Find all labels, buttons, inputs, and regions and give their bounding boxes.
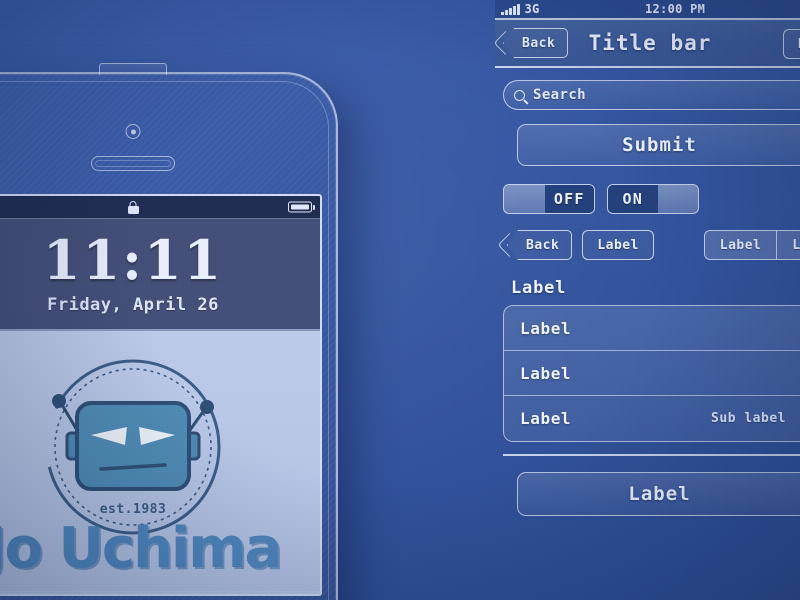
toggle-off[interactable]: OFF [503, 184, 595, 214]
back-button-wrapper-secondary[interactable]: Back [499, 230, 573, 260]
bottom-button-row: Label [495, 456, 800, 516]
lock-icon [127, 200, 139, 214]
row-label: Label [520, 318, 572, 338]
camera-icon [125, 124, 141, 139]
segment-0[interactable]: Label [704, 231, 778, 259]
group-header-label: Label [511, 278, 567, 298]
segmented-control[interactable]: Label Label Label [703, 230, 800, 260]
bottom-label-button[interactable]: Label [517, 472, 800, 516]
search-icon [514, 89, 525, 101]
search-placeholder: Search [533, 87, 586, 103]
carrier-label: 3G [524, 2, 540, 16]
toggle-row: OFF ON [495, 166, 800, 214]
brand-wordmark: Jo Uchima [0, 516, 282, 581]
battery-icon [288, 201, 312, 213]
label-button[interactable]: Label [582, 230, 654, 260]
navigation-title-bar: Back Title bar Button [495, 20, 800, 68]
table-row[interactable]: Label [504, 306, 800, 351]
submit-button[interactable]: Submit [517, 124, 800, 166]
earpiece-speaker-icon [91, 156, 175, 171]
lockscreen-time: 11:11 [42, 228, 224, 292]
toggle-on-label: ON [608, 185, 658, 213]
toggle-knob [657, 185, 698, 213]
row-label: Label [520, 363, 572, 383]
phone-top-nub [99, 63, 167, 75]
grouped-table: Label Label Label Sub label [503, 305, 800, 442]
table-row[interactable]: Label [504, 351, 800, 396]
back-button-wrapper[interactable]: Back [495, 28, 569, 58]
est-badge-text: est.1983 [100, 502, 167, 517]
lockscreen-clock-panel: 11:11 Friday, April 26 [0, 219, 320, 331]
search-row: Search [495, 68, 800, 110]
screenshot-canvas: 11:11 Friday, April 26 est.1983 Jo Uchim… [0, 0, 800, 600]
segment-1[interactable]: Label [777, 231, 800, 259]
lockscreen-date: Friday, April 26 [47, 295, 219, 315]
toggle-off-label: OFF [544, 185, 594, 213]
button-row: Back Label Label Label Label [495, 214, 800, 260]
ui-kit-panel: 3G 12:00 PM Back Title bar Button Search… [495, 0, 800, 600]
ios-status-bar: 3G 12:00 PM [495, 0, 800, 20]
table-row[interactable]: Label Sub label [504, 396, 800, 441]
toggle-on[interactable]: ON [607, 184, 699, 214]
row-label: Label [520, 409, 572, 428]
phone-device-mockup: 11:11 Friday, April 26 est.1983 Jo Uchim… [0, 63, 338, 600]
search-input[interactable]: Search [503, 80, 800, 110]
row-sub-label: Sub label [711, 411, 786, 426]
navbar-right-button[interactable]: Button [783, 29, 800, 59]
toggle-knob [504, 185, 545, 213]
submit-row: Submit [495, 110, 800, 166]
lockscreen-status-bar [0, 196, 320, 219]
status-clock: 12:00 PM [645, 2, 706, 16]
signal-bars-icon [501, 3, 520, 15]
secondary-back-button[interactable]: Back [507, 230, 573, 260]
lockscreen-wallpaper: est.1983 Jo Uchima [0, 331, 320, 591]
navbar-back-button[interactable]: Back [503, 28, 569, 58]
phone-screen[interactable]: 11:11 Friday, April 26 est.1983 Jo Uchim… [0, 194, 322, 596]
